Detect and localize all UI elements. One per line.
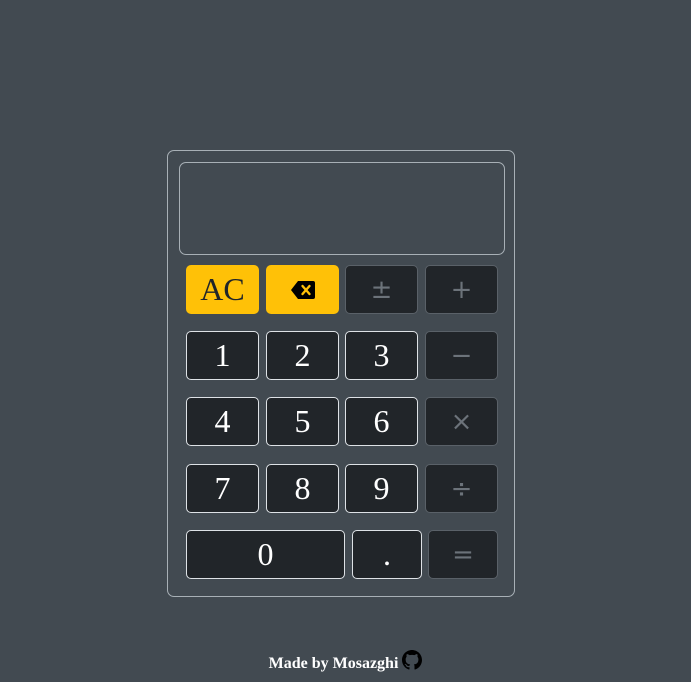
digit-1-button[interactable]: 1: [186, 331, 259, 380]
github-link[interactable]: [402, 650, 423, 670]
digit-9-button[interactable]: 9: [345, 464, 418, 513]
multiply-button[interactable]: ×: [425, 397, 498, 446]
digit-3-button[interactable]: 3: [345, 331, 418, 380]
digit-2-button[interactable]: 2: [266, 331, 339, 380]
decimal-button[interactable]: .: [352, 530, 422, 579]
digit-7-button[interactable]: 7: [186, 464, 259, 513]
clear-button[interactable]: AC: [186, 265, 259, 314]
digit-6-button[interactable]: 6: [345, 397, 418, 446]
subtract-button[interactable]: −: [425, 331, 498, 380]
calculator: AC ± + 1 2 3 − 4 5 6 × 7 8 9 ÷ 0 . =: [167, 150, 515, 597]
calculator-display: [179, 162, 505, 255]
digit-4-button[interactable]: 4: [186, 397, 259, 446]
divide-button[interactable]: ÷: [425, 464, 498, 513]
github-icon: [402, 650, 423, 670]
digit-0-button[interactable]: 0: [186, 530, 345, 579]
footer: Made by Mosazghi: [0, 650, 691, 672]
plus-minus-button[interactable]: ±: [345, 265, 418, 314]
backspace-icon: [290, 280, 315, 299]
digit-5-button[interactable]: 5: [266, 397, 339, 446]
equals-button[interactable]: =: [428, 530, 498, 579]
digit-8-button[interactable]: 8: [266, 464, 339, 513]
add-button[interactable]: +: [425, 265, 498, 314]
footer-credit: Made by Mosazghi: [268, 655, 399, 672]
backspace-button[interactable]: [266, 265, 339, 314]
